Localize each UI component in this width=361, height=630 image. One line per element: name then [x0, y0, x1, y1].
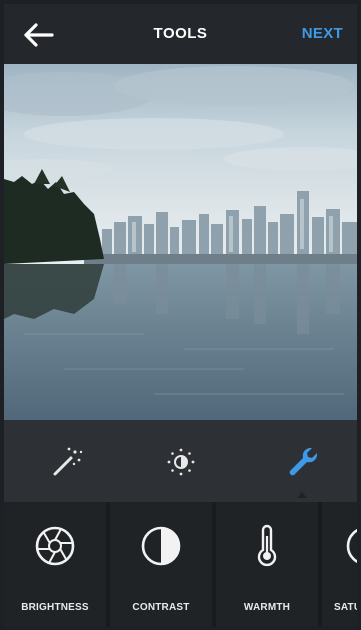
tool-tab-bar — [4, 420, 357, 502]
aperture-icon — [35, 526, 75, 566]
photo-preview — [4, 64, 357, 420]
tool-contrast[interactable]: CONTRAST — [110, 502, 212, 627]
tool-brightness[interactable]: BRIGHTNESS — [4, 502, 106, 627]
tool-label: CONTRAST — [132, 602, 190, 613]
app-frame: TOOLS NEXT BRIGHTNESS CONTRAST WARMTH SA… — [4, 4, 357, 627]
tool-saturation[interactable]: SATU — [322, 502, 357, 627]
magic-wand-icon — [53, 447, 83, 476]
wrench-icon — [289, 447, 318, 476]
tab-brightness[interactable] — [159, 440, 203, 484]
selected-tab-indicator — [297, 492, 307, 498]
tool-label: BRIGHTNESS — [21, 602, 89, 613]
tool-label: WARMTH — [243, 602, 291, 613]
header-bar: TOOLS NEXT — [4, 4, 357, 64]
tab-lux[interactable] — [45, 440, 89, 484]
tool-label: SATU — [334, 602, 357, 613]
adjustment-tools-list[interactable]: BRIGHTNESS CONTRAST WARMTH SATU — [4, 502, 357, 627]
thermometer-icon — [257, 524, 277, 567]
saturation-icon — [346, 528, 357, 564]
brightness-sun-icon — [167, 448, 195, 476]
next-button[interactable]: NEXT — [302, 25, 343, 42]
tool-warmth[interactable]: WARMTH — [216, 502, 318, 627]
half-circle-icon — [141, 526, 181, 566]
tab-tools[interactable] — [281, 440, 325, 484]
